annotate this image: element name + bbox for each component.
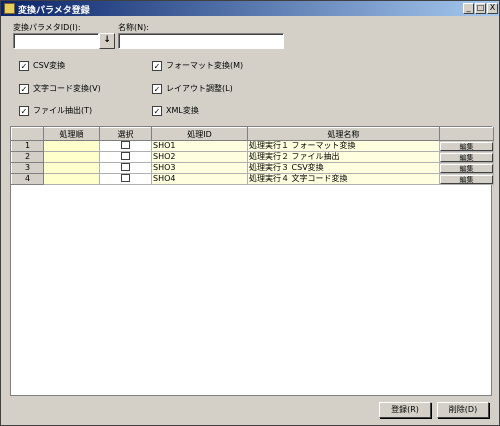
app-icon bbox=[4, 3, 15, 14]
edit-button[interactable]: 編集 bbox=[440, 174, 493, 184]
col-header-rownum[interactable] bbox=[11, 127, 44, 141]
table-row[interactable]: 4 SHO4 処理実行４ 文字コード変換 編集 bbox=[11, 173, 494, 185]
checkbox-box[interactable]: ✓ bbox=[152, 105, 162, 116]
order-cell[interactable] bbox=[43, 162, 100, 174]
process-grid: 処理順 選択 処理ID 処理名称 1 SHO1 処理実行１ フォーマット変換 編… bbox=[10, 126, 494, 396]
edit-button[interactable]: 編集 bbox=[440, 152, 493, 162]
select-cell[interactable] bbox=[99, 151, 152, 163]
edit-button[interactable]: 編集 bbox=[440, 163, 493, 173]
table-row[interactable]: 3 SHO3 処理実行３ CSV変換 編集 bbox=[11, 162, 494, 174]
select-checkbox[interactable] bbox=[121, 163, 130, 171]
checkbox-label: フォーマット変換(M) bbox=[166, 61, 244, 70]
col-header-process-name[interactable]: 処理名称 bbox=[247, 127, 440, 141]
order-cell[interactable] bbox=[43, 151, 100, 163]
maximize-button[interactable]: □ bbox=[475, 3, 486, 14]
param-id-dropdown-button[interactable]: ↓ bbox=[99, 33, 115, 49]
xml-conversion-checkbox[interactable]: ✓ XML変換 bbox=[152, 105, 199, 116]
checkbox-label: レイアウト調整(L) bbox=[166, 84, 233, 93]
select-checkbox[interactable] bbox=[121, 141, 130, 149]
close-button[interactable]: X bbox=[487, 3, 498, 14]
checkbox-box[interactable]: ✓ bbox=[152, 60, 162, 71]
process-id-cell: SHO2 bbox=[151, 151, 248, 163]
checkbox-box[interactable]: ✓ bbox=[19, 60, 29, 71]
process-table: 処理順 選択 処理ID 処理名称 1 SHO1 処理実行１ フォーマット変換 編… bbox=[11, 127, 494, 185]
action-cell: 編集 bbox=[439, 173, 494, 185]
name-label: 名称(N): bbox=[118, 23, 149, 32]
table-row[interactable]: 2 SHO2 処理実行２ ファイル抽出 編集 bbox=[11, 151, 494, 163]
edit-button[interactable]: 編集 bbox=[440, 141, 493, 151]
action-cell: 編集 bbox=[439, 140, 494, 152]
action-cell: 編集 bbox=[439, 151, 494, 163]
minimize-button[interactable]: _ bbox=[463, 3, 474, 14]
process-id-cell: SHO1 bbox=[151, 140, 248, 152]
layout-adjust-checkbox[interactable]: ✓ レイアウト調整(L) bbox=[152, 83, 233, 94]
checkbox-label: XML変換 bbox=[166, 106, 199, 115]
window-title: 変換パラメタ登録 bbox=[18, 6, 90, 16]
action-cell: 編集 bbox=[439, 162, 494, 174]
file-extract-checkbox[interactable]: ✓ ファイル抽出(T) bbox=[19, 105, 92, 116]
col-header-process-id[interactable]: 処理ID bbox=[151, 127, 248, 141]
row-number: 4 bbox=[11, 173, 44, 185]
checkbox-box[interactable]: ✓ bbox=[19, 105, 29, 116]
checkbox-label: CSV変換 bbox=[33, 61, 66, 70]
process-name-cell: 処理実行１ フォーマット変換 bbox=[247, 140, 440, 152]
param-registration-window: 変換パラメタ登録 _ □ X 変換パラメタID(I): ↓ 名称(N): ✓ C… bbox=[0, 0, 500, 426]
order-cell[interactable] bbox=[43, 173, 100, 185]
select-checkbox[interactable] bbox=[121, 152, 130, 160]
name-input[interactable] bbox=[118, 33, 284, 49]
select-cell[interactable] bbox=[99, 162, 152, 174]
row-number: 3 bbox=[11, 162, 44, 174]
process-name-cell: 処理実行４ 文字コード変換 bbox=[247, 173, 440, 185]
select-cell[interactable] bbox=[99, 140, 152, 152]
process-id-cell: SHO3 bbox=[151, 162, 248, 174]
table-row[interactable]: 1 SHO1 処理実行１ フォーマット変換 編集 bbox=[11, 140, 494, 152]
delete-button[interactable]: 削除(D) bbox=[437, 402, 489, 418]
checkbox-label: 文字コード変換(V) bbox=[33, 84, 101, 93]
process-id-cell: SHO4 bbox=[151, 173, 248, 185]
col-header-action[interactable] bbox=[439, 127, 494, 141]
checkbox-box[interactable]: ✓ bbox=[19, 83, 29, 94]
checkbox-label: ファイル抽出(T) bbox=[33, 106, 93, 115]
select-checkbox[interactable] bbox=[121, 174, 130, 182]
format-conversion-checkbox[interactable]: ✓ フォーマット変換(M) bbox=[152, 60, 243, 71]
register-button[interactable]: 登録(R) bbox=[379, 402, 431, 418]
char-code-conversion-checkbox[interactable]: ✓ 文字コード変換(V) bbox=[19, 83, 101, 94]
row-number: 1 bbox=[11, 140, 44, 152]
param-id-label: 変換パラメタID(I): bbox=[13, 23, 81, 32]
process-name-cell: 処理実行２ ファイル抽出 bbox=[247, 151, 440, 163]
checkbox-box[interactable]: ✓ bbox=[152, 83, 162, 94]
param-id-input[interactable] bbox=[13, 33, 99, 49]
title-bar[interactable]: 変換パラメタ登録 _ □ X bbox=[1, 1, 499, 16]
table-header: 処理順 選択 処理ID 処理名称 bbox=[11, 127, 494, 141]
col-header-select[interactable]: 選択 bbox=[99, 127, 152, 141]
row-number: 2 bbox=[11, 151, 44, 163]
process-name-cell: 処理実行３ CSV変換 bbox=[247, 162, 440, 174]
order-cell[interactable] bbox=[43, 140, 100, 152]
csv-conversion-checkbox[interactable]: ✓ CSV変換 bbox=[19, 60, 65, 71]
select-cell[interactable] bbox=[99, 173, 152, 185]
col-header-order[interactable]: 処理順 bbox=[43, 127, 100, 141]
